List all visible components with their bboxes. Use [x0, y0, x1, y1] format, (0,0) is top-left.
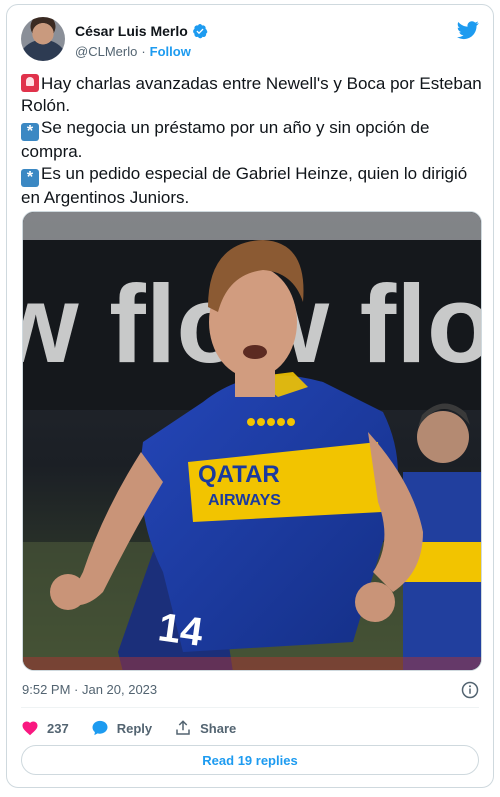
author-handle[interactable]: @CLMerlo — [75, 44, 137, 59]
reply-button[interactable]: Reply — [91, 719, 152, 737]
tweet-text: Hay charlas avanzadas entre Newell's y B… — [21, 73, 483, 209]
follow-button[interactable]: Follow — [150, 44, 191, 59]
info-icon[interactable] — [461, 681, 479, 699]
handle-separator: · — [141, 44, 146, 59]
author-name-row: César Luis Merlo — [75, 23, 208, 39]
like-button[interactable]: 237 — [21, 719, 69, 737]
tweet-photo[interactable]: w flow flow QATAR AIRWAYS 14 — [22, 211, 482, 671]
share-icon — [176, 720, 190, 735]
like-count: 237 — [47, 720, 69, 736]
tweet-timestamp[interactable]: 9:52 PM · Jan 20, 2023 — [22, 682, 157, 697]
tweet-line-2: * Se negocia un préstamo por un año y sin… — [21, 117, 483, 163]
author-display-name[interactable]: César Luis Merlo — [75, 23, 188, 39]
verified-badge-icon — [192, 24, 208, 39]
share-label: Share — [200, 720, 237, 736]
tweet-actions: 237 Reply Share — [21, 717, 258, 739]
tweet-line-1: Hay charlas avanzadas entre Newell's y B… — [21, 73, 483, 117]
share-button[interactable]: Share — [174, 719, 236, 737]
actions-divider — [21, 707, 479, 708]
reply-label: Reply — [116, 720, 153, 736]
read-replies-button[interactable]: Read 19 replies — [21, 745, 479, 775]
tweet-line-3-text: Es un pedido especial de Gabriel Heinze,… — [21, 164, 468, 207]
tweet-line-1-text: Hay charlas avanzadas entre Newell's y B… — [21, 74, 482, 115]
football-player-photo: w flow flow QATAR AIRWAYS 14 — [23, 212, 481, 670]
tweet-header: César Luis Merlo @CLMerlo · Follow — [21, 17, 479, 65]
shirt-sponsor-line1: QATAR — [198, 461, 280, 488]
tweet-line-2-text: Se negocia un préstamo por un año y sin … — [21, 118, 430, 161]
police-light-emoji — [21, 74, 39, 92]
author-avatar[interactable] — [21, 17, 65, 61]
twitter-bird-icon[interactable] — [457, 19, 479, 41]
shorts-number: 14 — [156, 605, 207, 655]
shirt-sponsor-line2: AIRWAYS — [208, 492, 281, 509]
asterisk-emoji: * — [21, 169, 39, 187]
asterisk-emoji: * — [21, 123, 39, 141]
tweet-line-3: * Es un pedido especial de Gabriel Heinze… — [21, 163, 483, 209]
tweet-card: César Luis Merlo @CLMerlo · Follow Hay c… — [6, 4, 494, 788]
heart-icon — [22, 721, 38, 736]
speech-bubble-icon — [92, 720, 108, 736]
author-handle-row: @CLMerlo · Follow — [75, 44, 191, 59]
